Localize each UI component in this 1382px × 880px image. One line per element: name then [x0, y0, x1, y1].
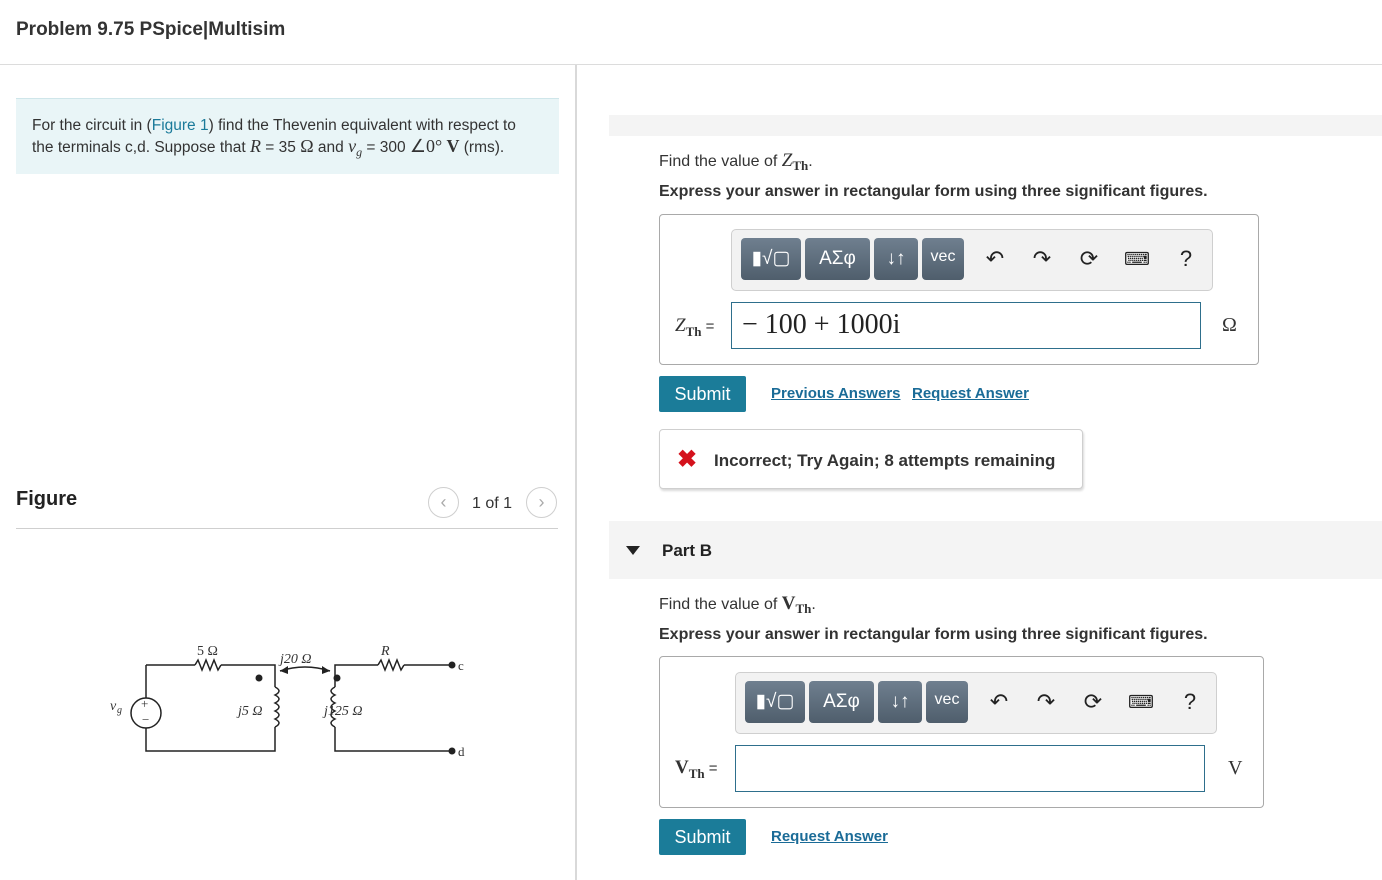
label-vg-sub: g — [117, 705, 122, 716]
greek-symbols-button[interactable]: ΑΣφ — [805, 238, 870, 280]
column-divider — [575, 65, 577, 880]
keyboard-icon[interactable]: ⌨ — [1122, 244, 1152, 274]
part-a-header-bar — [609, 115, 1382, 136]
reset-icon[interactable]: ⟳ — [1074, 244, 1104, 274]
part-b-request-answer-link[interactable]: Request Answer — [771, 828, 888, 845]
figure-label: Figure — [16, 488, 78, 510]
vector-button[interactable]: vec — [922, 238, 964, 280]
circuit-diagram: 5 Ω j20 Ω R v g j5 Ω j125 Ω c d + − — [110, 644, 465, 759]
chevron-left-icon[interactable]: ‹ — [428, 487, 459, 518]
feedback-message: ✖ Incorrect; Try Again; 8 attempts remai… — [659, 429, 1083, 489]
label-j5: j5 Ω — [236, 704, 263, 719]
page-title: Problem 9.75 PSpice|Multisim — [16, 19, 286, 40]
label-j20: j20 Ω — [278, 652, 312, 667]
greek-symbols-button[interactable]: ΑΣφ — [809, 681, 874, 723]
part-b-instruction: Express your answer in rectangular form … — [659, 626, 1208, 643]
part-b-answer-panel: ▮√▢ ΑΣφ ↓↑ vec ↶ ↷ ⟳ ⌨ ? VTh = V — [659, 656, 1264, 808]
problem-line-1: For the circuit in (Figure 1) find the T… — [32, 117, 516, 134]
figure-counter: 1 of 1 — [472, 495, 513, 512]
undo-icon[interactable]: ↶ — [980, 244, 1010, 274]
part-b-label: Part B — [662, 541, 713, 560]
part-a-submit-button[interactable]: Submit — [659, 376, 746, 412]
z-th-answer-input[interactable]: − 100 + 1000i — [731, 302, 1201, 349]
label-R: R — [380, 644, 390, 659]
part-a-answer-panel: ▮√▢ ΑΣφ ↓↑ vec ↶ ↷ ⟳ ⌨ ? ZTh = − 100 + 1… — [659, 214, 1259, 365]
part-a-instruction: Express your answer in rectangular form … — [659, 183, 1208, 200]
redo-icon[interactable]: ↷ — [1027, 244, 1057, 274]
collapse-caret-icon[interactable] — [626, 546, 640, 555]
vector-button[interactable]: vec — [926, 681, 968, 723]
label-vg: v — [110, 699, 117, 714]
templates-button[interactable]: ▮√▢ — [745, 681, 805, 723]
help-button[interactable]: ? — [1171, 244, 1201, 274]
redo-icon[interactable]: ↷ — [1031, 687, 1061, 717]
label-minus: − — [142, 712, 149, 727]
problem-line-2: the terminals c,d. Suppose that R = 35 Ω… — [32, 136, 505, 160]
page-header: Problem 9.75 PSpice|Multisim — [0, 0, 1382, 65]
part-a-request-answer-link[interactable]: Request Answer — [912, 385, 1029, 402]
part-a-question: Find the value of ZTh. — [659, 150, 813, 174]
label-terminal-d: d — [458, 744, 465, 759]
part-b-submit-button[interactable]: Submit — [659, 819, 746, 855]
label-j125: j125 Ω — [322, 704, 363, 719]
chevron-right-icon[interactable]: › — [526, 487, 557, 518]
label-5-ohm: 5 Ω — [197, 644, 218, 659]
templates-button[interactable]: ▮√▢ — [741, 238, 801, 280]
keyboard-icon[interactable]: ⌨ — [1126, 687, 1156, 717]
incorrect-x-icon: ✖ — [677, 446, 698, 473]
part-b-question: Find the value of VTh. — [659, 593, 816, 617]
problem-statement: For the circuit in (Figure 1) find the T… — [16, 98, 559, 174]
v-th-answer-input[interactable] — [735, 745, 1205, 792]
label-plus: + — [141, 696, 148, 711]
part-a-math-toolbar: ▮√▢ ΑΣφ ↓↑ vec ↶ ↷ ⟳ ⌨ ? — [731, 229, 1213, 291]
arrows-button[interactable]: ↓↑ — [878, 681, 922, 723]
help-button[interactable]: ? — [1175, 687, 1205, 717]
label-terminal-c: c — [458, 658, 464, 673]
part-b-math-toolbar: ▮√▢ ΑΣφ ↓↑ vec ↶ ↷ ⟳ ⌨ ? — [735, 672, 1217, 734]
feedback-text: Incorrect; Try Again; 8 attempts remaini… — [714, 451, 1056, 470]
z-th-label: ZTh = — [675, 315, 715, 339]
previous-answers-link[interactable]: Previous Answers — [771, 385, 901, 402]
v-th-label: VTh = — [675, 757, 718, 781]
reset-icon[interactable]: ⟳ — [1078, 687, 1108, 717]
figure-link[interactable]: Figure 1 — [152, 117, 209, 134]
arrows-button[interactable]: ↓↑ — [874, 238, 918, 280]
volt-unit: V — [1228, 757, 1243, 779]
ohm-unit: Ω — [1222, 314, 1237, 336]
undo-icon[interactable]: ↶ — [984, 687, 1014, 717]
figure-header: Figure ‹ 1 of 1 › — [16, 486, 558, 529]
part-b-header[interactable]: Part B — [609, 521, 1382, 579]
